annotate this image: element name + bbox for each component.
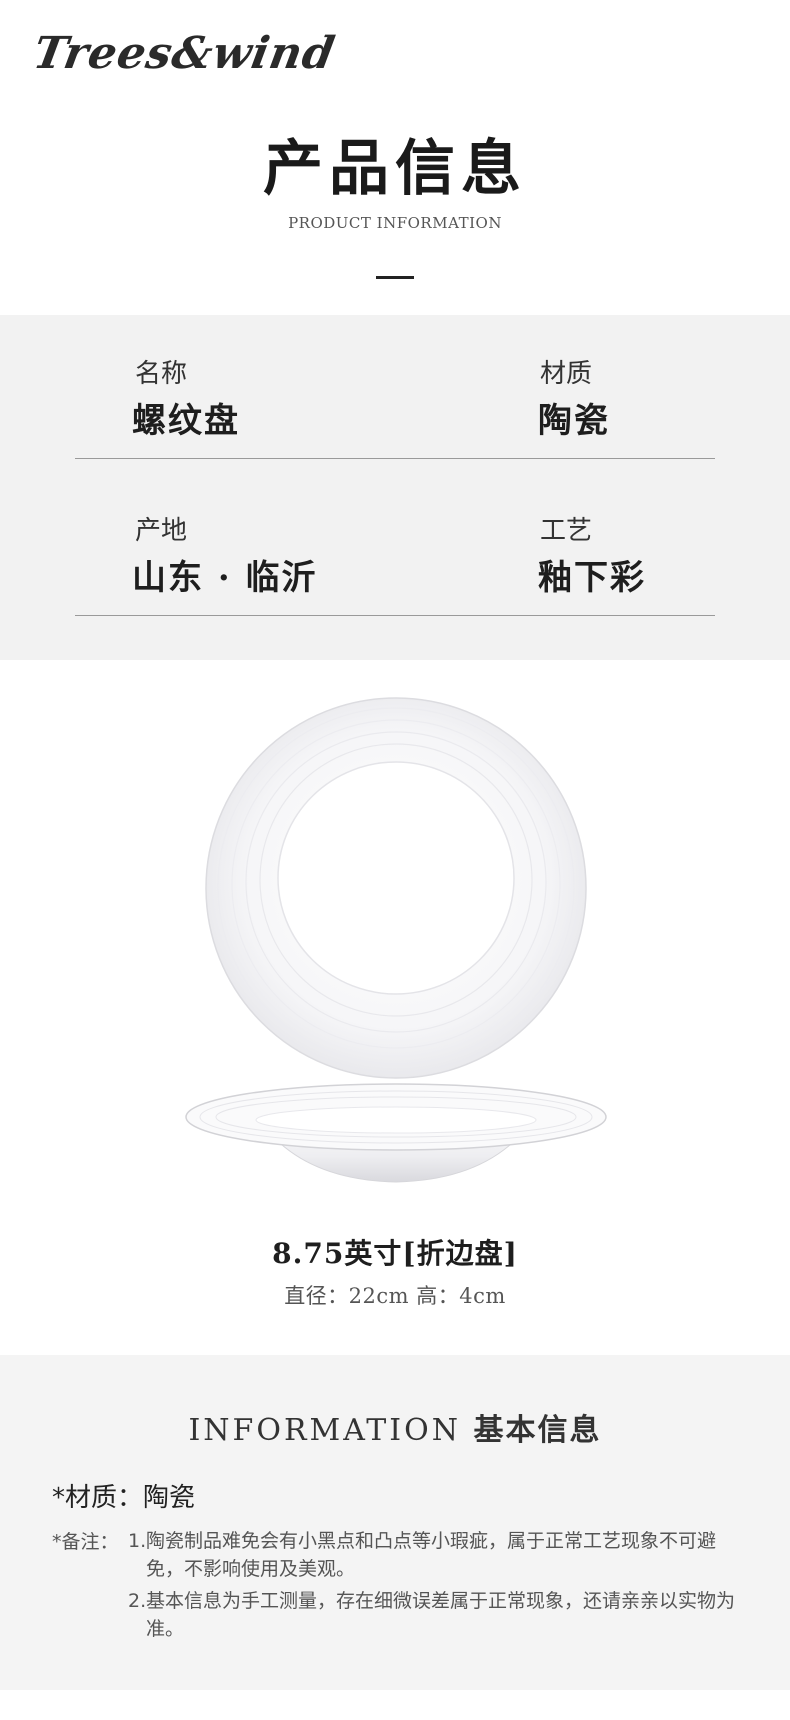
note-item: 2. 基本信息为手工测量，存在细微误差属于正常现象，还请亲亲以实物为准。 (128, 1587, 748, 1643)
info-value-craft: 釉下彩 (538, 558, 646, 598)
info-label-origin: 产地 (135, 516, 188, 546)
note-label: *备注： (52, 1531, 119, 1553)
info-label-material: 材质 (540, 359, 593, 389)
info-label-name: 名称 (135, 359, 188, 389)
info-value-name: 螺纹盘 (132, 401, 240, 441)
basic-info-heading: INFORMATION 基本信息 (0, 1405, 790, 1449)
info-grid: 名称 螺纹盘 材质 陶瓷 产地 山东 · 临沂 工艺 釉下彩 (0, 315, 790, 660)
note-item: 1. 陶瓷制品难免会有小黑点和凸点等小瑕疵，属于正常工艺现象不可避免，不影响使用… (128, 1527, 748, 1583)
page-title: 产品信息 (263, 134, 527, 204)
info-divider (75, 458, 715, 459)
plate-illustration (185, 697, 607, 1183)
basic-info-section: INFORMATION 基本信息 *材质：陶瓷 *备注： 1. 陶瓷制品难免会有… (0, 1355, 790, 1690)
note-number: 1. (128, 1530, 147, 1552)
info-value-origin: 山东 · 临沂 (132, 558, 318, 598)
product-dimensions: 直径：22cm 高：4cm (284, 1284, 506, 1308)
note-number: 2. (128, 1590, 147, 1612)
product-name: 8.75英寸[折边盘] (272, 1237, 518, 1270)
title-underline (376, 276, 414, 279)
plate-top-view (205, 697, 587, 1079)
basic-info-heading-zh: 基本信息 (473, 1413, 602, 1448)
basic-info-heading-en: INFORMATION (188, 1413, 461, 1448)
note-text: 基本信息为手工测量，存在细微误差属于正常现象，还请亲亲以实物为准。 (146, 1590, 736, 1640)
material-line: *材质：陶瓷 (52, 1483, 196, 1513)
header-section: Trees&wind 产品信息 PRODUCT INFORMATION (0, 0, 790, 315)
page-subtitle: PRODUCT INFORMATION (288, 214, 502, 232)
info-label-craft: 工艺 (540, 516, 593, 546)
product-detail-page: Trees&wind 产品信息 PRODUCT INFORMATION 名称 螺… (0, 0, 790, 1720)
info-value-material: 陶瓷 (538, 401, 610, 441)
plate-side-view (185, 1083, 607, 1183)
info-divider (75, 615, 715, 616)
note-text: 陶瓷制品难免会有小黑点和凸点等小瑕疵，属于正常工艺现象不可避免，不影响使用及美观… (146, 1530, 717, 1580)
product-section: 8.75英寸[折边盘] 直径：22cm 高：4cm (0, 660, 790, 1355)
brand-logo: Trees&wind (29, 28, 340, 79)
